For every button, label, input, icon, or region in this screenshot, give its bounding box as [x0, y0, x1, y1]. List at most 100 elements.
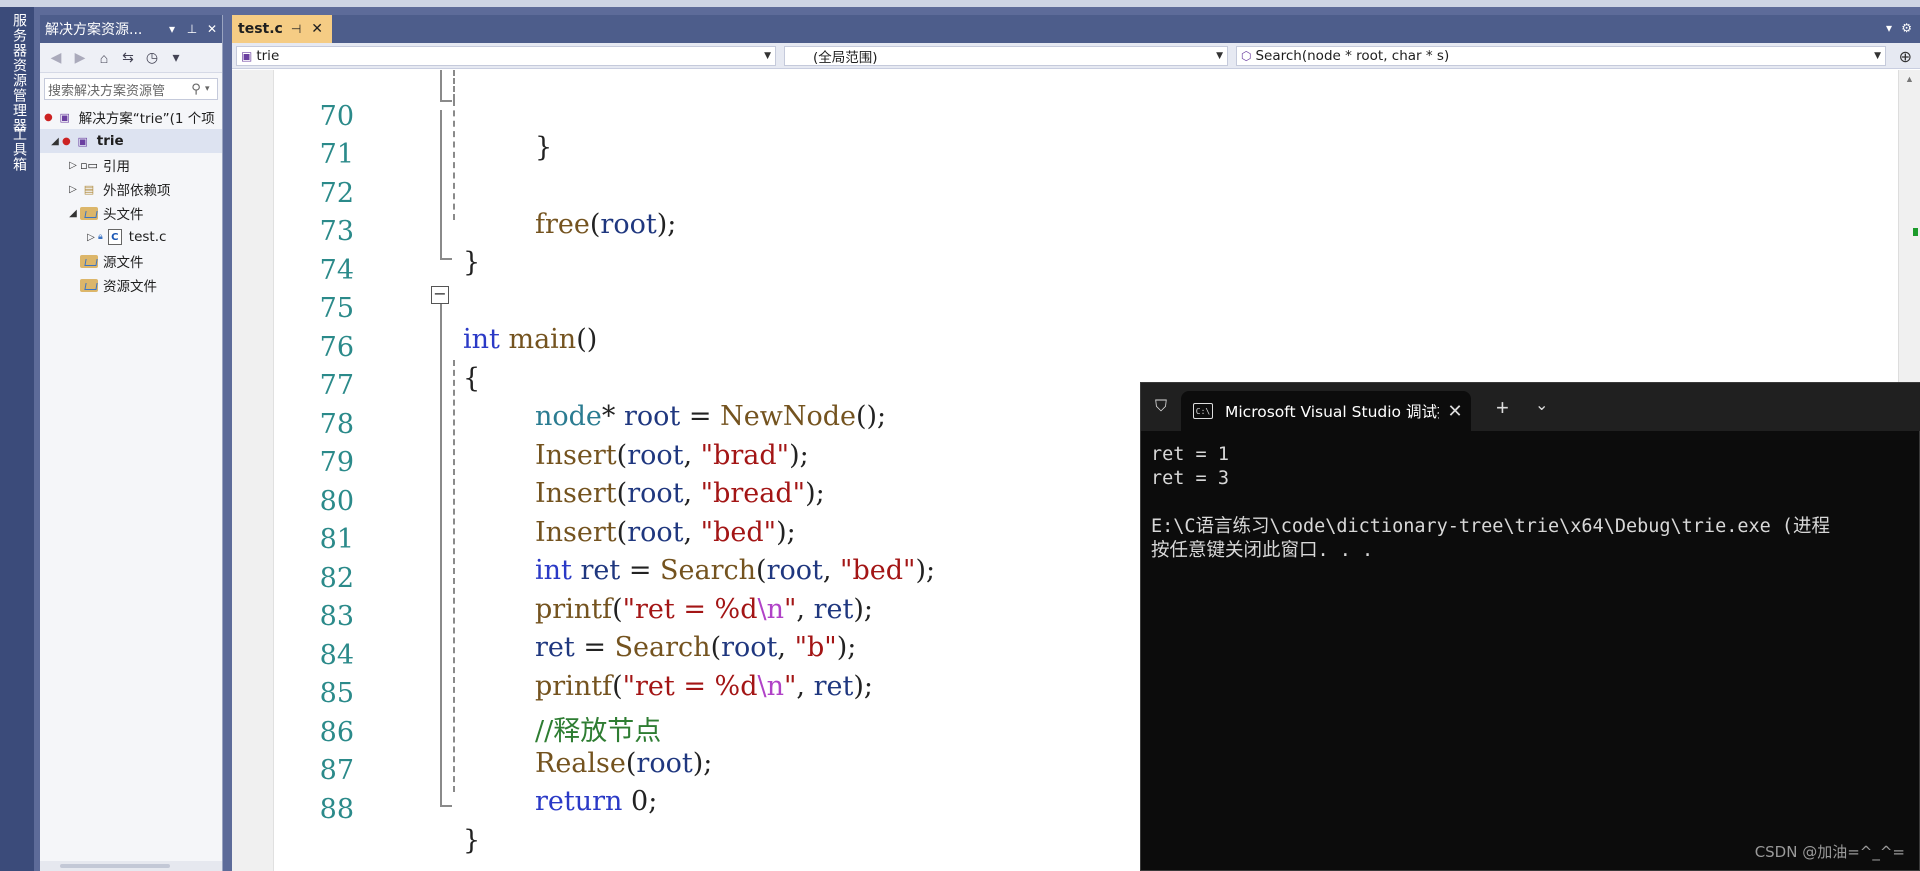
chevron-down-icon[interactable]: ▼: [1216, 51, 1223, 61]
close-icon[interactable]: ✕: [1439, 401, 1471, 422]
horizontal-scrollbar[interactable]: [40, 861, 222, 871]
tree-item-test-c[interactable]: ▷ 🔒︎ C test.c: [40, 225, 222, 249]
code-line: 70 }: [274, 70, 1674, 163]
chevron-down-icon[interactable]: ▼: [764, 51, 771, 61]
left-tool-rail: 服务器资源管理器 工具箱: [0, 7, 34, 871]
scope-dropdown[interactable]: (全局范围) ▼: [784, 46, 1228, 66]
home-icon[interactable]: ⌂: [94, 48, 114, 68]
collapse-icon[interactable]: ◢: [48, 136, 62, 147]
tree-item-label: 解决方案“trie”(1 个项: [78, 111, 215, 127]
dropdown-icon[interactable]: ▾: [162, 22, 182, 36]
scope-dropdown-value: (全局范围): [813, 50, 878, 66]
solution-icon: ▣: [59, 110, 70, 124]
folder-icon: [80, 205, 98, 221]
project-dropdown[interactable]: ▣ trie ▼: [236, 46, 776, 66]
chevron-down-icon[interactable]: ▼: [1874, 51, 1881, 61]
solution-explorer-title: 解决方案资源...: [45, 22, 143, 38]
split-window-icon[interactable]: ⊕: [1899, 47, 1912, 67]
tree-item-resource-files[interactable]: 资源文件: [40, 273, 222, 297]
navigation-bar: ▣ trie ▼ (全局范围) ▼ ⬡ Search(node * root, …: [232, 43, 1920, 69]
tree-item-references[interactable]: ▷ ▫▭ 引用: [40, 153, 222, 177]
change-marker: [1913, 228, 1918, 236]
forward-icon[interactable]: ▶: [70, 48, 90, 68]
pin-icon[interactable]: ⊥: [182, 22, 202, 36]
tab-list-icon[interactable]: ▾: [1886, 21, 1892, 35]
search-icon[interactable]: ⚲: [187, 82, 205, 97]
solution-explorer-toolbar: ◀ ▶ ⌂ ⇆ ◷ ▾: [40, 43, 222, 73]
code-line: 74: [274, 224, 1674, 286]
close-icon[interactable]: ✕: [311, 21, 323, 37]
chevron-down-icon[interactable]: ⌄: [1535, 395, 1548, 415]
tree-item-label: 引用: [103, 159, 130, 175]
collapse-icon[interactable]: ◢: [66, 208, 80, 219]
tree-item-source-files[interactable]: 源文件: [40, 249, 222, 273]
code-line: 73 }: [274, 185, 1674, 278]
references-icon: ▫▭: [80, 158, 98, 172]
code-line: 76 {: [274, 301, 1674, 394]
pin-icon[interactable]: ⊣: [291, 22, 301, 36]
document-tab-strip: test.c ⊣ ✕ ▾ ⚙: [232, 15, 1920, 43]
tree-item-label: 头文件: [103, 207, 144, 223]
project-icon: ▣: [241, 49, 253, 63]
tree-item-label: 外部依赖项: [103, 183, 171, 199]
console-title-bar: ⛉ C:\ Microsoft Visual Studio 调试控制台 ✕ + …: [1141, 383, 1920, 431]
scroll-thumb[interactable]: [60, 864, 170, 868]
settings-gear-icon[interactable]: ⚙: [1901, 21, 1912, 35]
solution-explorer-panel: 解决方案资源... ▾ ⊥ ✕ ◀ ▶ ⌂ ⇆ ◷ ▾ 搜索解决方案资源管 ⚲ …: [40, 15, 223, 871]
status-dot-icon: ●: [44, 111, 53, 123]
folder-icon: [80, 277, 98, 293]
lock-icon: 🔒︎: [98, 232, 103, 242]
search-options-icon[interactable]: ▾: [205, 84, 217, 94]
tab-label: test.c: [238, 21, 283, 37]
method-cube-icon: ⬡: [1241, 49, 1252, 63]
shield-icon: ⛉: [1155, 398, 1168, 415]
solution-search-input[interactable]: 搜索解决方案资源管: [48, 80, 187, 99]
code-line: 75 int main(): [274, 262, 1674, 355]
tab-test-c[interactable]: test.c ⊣ ✕: [232, 15, 332, 43]
terminal-icon: C:\: [1193, 403, 1213, 419]
c-file-icon: C: [106, 229, 124, 245]
console-output[interactable]: ret = 1 ret = 3 E:\C语言练习\code\dictionary…: [1151, 443, 1911, 563]
tree-item-label: 资源文件: [103, 279, 157, 295]
debug-console-window: ⛉ C:\ Microsoft Visual Studio 调试控制台 ✕ + …: [1140, 382, 1920, 871]
solution-explorer-header: 解决方案资源... ▾ ⊥ ✕: [40, 15, 222, 43]
csdn-watermark: CSDN @加油=^_^=: [1754, 843, 1905, 861]
scroll-up-icon[interactable]: ▲: [1905, 74, 1914, 84]
switch-views-icon[interactable]: ⇆: [118, 48, 138, 68]
close-icon[interactable]: ✕: [202, 22, 222, 36]
expand-icon[interactable]: ▷: [66, 184, 80, 195]
tree-item-solution[interactable]: ● ▣ 解决方案“trie”(1 个项: [40, 105, 222, 129]
project-icon: ▣: [77, 134, 88, 148]
solution-tree: ● ▣ 解决方案“trie”(1 个项 ◢ ● ▣ trie ▷ ▫▭ 引用 ▷…: [40, 105, 222, 297]
solution-search-box[interactable]: 搜索解决方案资源管 ⚲ ▾: [44, 78, 218, 100]
code-text: }: [463, 825, 481, 856]
console-tab-title: Microsoft Visual Studio 调试控制台: [1225, 403, 1439, 421]
external-deps-icon: ▤: [83, 182, 95, 196]
toolbox-tab[interactable]: 工具箱: [9, 127, 29, 172]
line-number: 88: [319, 794, 354, 825]
code-line: 77 node* root = NewNode();: [274, 339, 1674, 432]
pending-changes-icon[interactable]: ◷: [142, 48, 162, 68]
code-line: 72 free(root);: [274, 147, 1674, 240]
back-icon[interactable]: ◀: [46, 48, 66, 68]
tree-item-project[interactable]: ◢ ● ▣ trie: [40, 129, 222, 153]
console-tab[interactable]: C:\ Microsoft Visual Studio 调试控制台 ✕: [1181, 391, 1471, 431]
folder-icon: [80, 253, 98, 269]
status-dot-icon: ●: [62, 135, 71, 147]
more-icon[interactable]: ▾: [166, 48, 186, 68]
expand-icon[interactable]: ▷: [84, 232, 98, 243]
tree-item-header-files[interactable]: ◢ 头文件: [40, 201, 222, 225]
tree-item-label: trie: [96, 133, 124, 149]
editor-indicator-margin: [232, 70, 274, 871]
code-line: 71: [274, 108, 1674, 170]
new-tab-plus-icon[interactable]: +: [1496, 395, 1509, 421]
member-dropdown[interactable]: ⬡ Search(node * root, char * s) ▼: [1236, 46, 1886, 66]
expand-icon[interactable]: ▷: [66, 160, 80, 171]
tree-item-external-deps[interactable]: ▷ ▤ 外部依赖项: [40, 177, 222, 201]
server-explorer-tab[interactable]: 服务器资源管理器: [9, 13, 29, 133]
project-dropdown-value: trie: [256, 48, 280, 64]
tree-item-label: test.c: [128, 229, 167, 245]
member-dropdown-value: Search(node * root, char * s): [1255, 48, 1450, 64]
window-top-strip: [0, 0, 1920, 7]
tree-item-label: 源文件: [103, 255, 144, 271]
